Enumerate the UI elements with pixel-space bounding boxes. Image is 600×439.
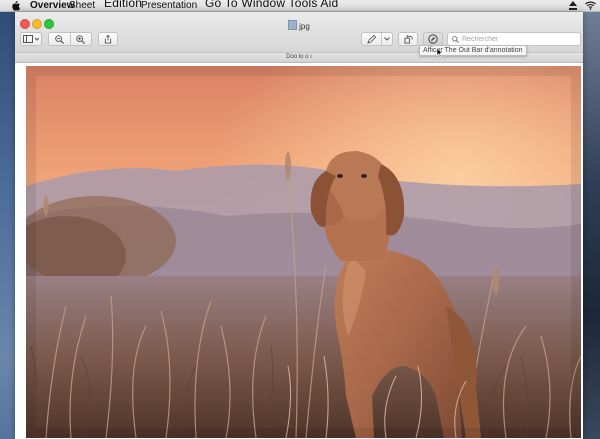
menu-edition[interactable]: Edition	[104, 0, 142, 10]
search-field[interactable]	[447, 32, 581, 46]
desktop-wallpaper-edge	[583, 12, 600, 439]
menu-presentation[interactable]: Presentation	[141, 0, 197, 12]
sidebar-toggle-button[interactable]	[20, 32, 42, 46]
zoom-in-button[interactable]	[71, 34, 92, 44]
preview-window: jpg Rechercher Doo lo o ı	[15, 12, 583, 439]
rotate-button[interactable]	[398, 32, 418, 46]
window-title: jpg	[15, 20, 583, 31]
markup-pen-button[interactable]	[361, 32, 393, 46]
annotate-circle-icon	[428, 34, 438, 44]
chevron-down-icon[interactable]	[382, 37, 392, 41]
rotate-icon	[403, 34, 413, 44]
document-tab-label[interactable]: Doo lo o ı	[286, 54, 312, 60]
markup-toolbar-tooltip: Afficar The Out Bar d'annotation	[419, 45, 527, 56]
search-input[interactable]	[459, 35, 572, 43]
wifi-icon[interactable]	[585, 1, 596, 13]
document-icon	[288, 20, 298, 30]
zoom-out-icon	[55, 34, 64, 44]
menu-bar: Overview Sheet Edition Presentation Go T…	[0, 0, 600, 12]
apple-menu-icon[interactable]	[12, 1, 20, 11]
zoom-out-button[interactable]	[49, 34, 70, 44]
share-icon	[104, 34, 112, 44]
share-button[interactable]	[98, 32, 118, 46]
menu-overview[interactable]: Overview	[30, 0, 74, 12]
menu-sheet[interactable]: Sheet	[69, 0, 95, 12]
sidebar-icon	[23, 35, 39, 43]
menu-go-window-tools-aid[interactable]: Go To Window Tools Aid	[205, 0, 338, 10]
mouse-cursor-icon	[436, 44, 443, 62]
window-title-text: jpg	[299, 22, 310, 31]
markup-pen-icon	[362, 34, 381, 44]
zoom-in-icon	[76, 34, 86, 44]
zoom-segmented-control	[48, 32, 92, 46]
document-image	[26, 66, 581, 438]
